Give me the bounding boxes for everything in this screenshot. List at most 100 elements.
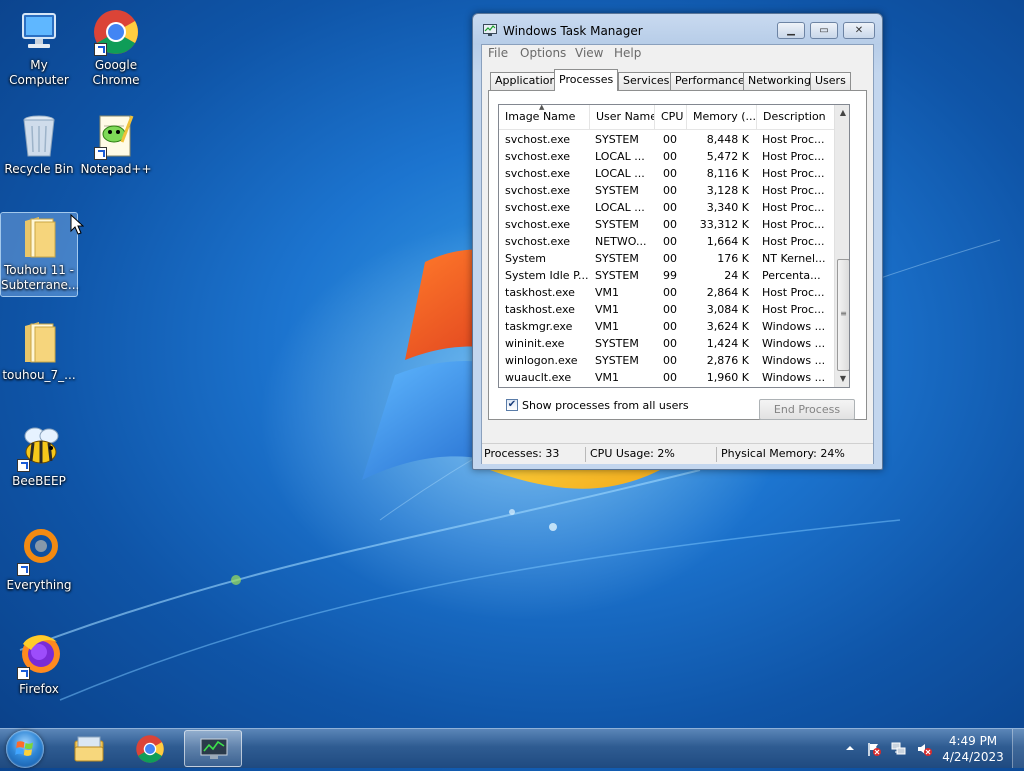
table-row[interactable]: taskhost.exe VM1 00 3,084 K Host Proc... [499,301,835,318]
column-header-label: Memory (... [693,110,757,123]
cell-name: svchost.exe [505,201,571,214]
desktop-icon-recycle-bin[interactable]: Recycle Bin [1,112,77,177]
desktop-icon-touhou-7[interactable]: touhou_7_... [1,318,77,383]
table-row[interactable]: svchost.exe SYSTEM 00 8,448 K Host Proc... [499,131,835,148]
column-header-label: Description [763,110,826,123]
desktop-icon-google-chrome[interactable]: Google Chrome [78,8,154,88]
cell-cpu: 00 [663,371,677,384]
cell-mem: 33,312 K [699,218,749,231]
taskbar-file-explorer[interactable] [60,730,118,767]
clock-time: 4:49 PM [948,734,998,748]
taskbar-task-manager[interactable] [184,730,242,767]
taskbar-google-chrome[interactable] [122,730,180,767]
table-row[interactable]: svchost.exe SYSTEM 00 3,128 K Host Proc... [499,182,835,199]
column-header-user-name[interactable]: User Name [590,105,655,129]
maximize-button[interactable]: ▭ [810,22,838,39]
cell-name: svchost.exe [505,184,571,197]
scrollbar-thumb[interactable]: ≡ [837,259,849,371]
tab-networking[interactable]: Networking [743,72,816,90]
menu-view[interactable]: View [575,46,603,60]
menu-bar: File Options View Help [482,45,873,63]
desktop-icon-touhou-11[interactable]: Touhou 11 - Subterrane... [0,212,79,297]
mouse-cursor-icon [70,214,84,235]
menu-help[interactable]: Help [614,46,641,60]
cell-name: svchost.exe [505,218,571,231]
cell-mem: 24 K [724,269,749,282]
table-row[interactable]: System Idle P... SYSTEM 99 24 K Percenta... [499,267,835,284]
menu-options[interactable]: Options [520,46,566,60]
cell-mem: 5,472 K [706,150,749,163]
column-header-label: CPU [661,110,684,123]
table-row[interactable]: svchost.exe LOCAL ... 00 5,472 K Host Proc..… [499,148,835,165]
scroll-up-arrow-icon[interactable]: ▲ [835,105,849,121]
status-separator [585,447,586,462]
desktop-icon-beebeep[interactable]: BeeBEEP [1,424,77,489]
table-row[interactable]: System SYSTEM 00 176 K NT Kernel... [499,250,835,267]
table-row[interactable]: svchost.exe SYSTEM 00 33,312 K Host Proc... [499,216,835,233]
cell-cpu: 00 [663,320,677,333]
table-row[interactable]: taskmgr.exe VM1 00 3,624 K Windows ... [499,318,835,335]
recycle-bin-icon [15,112,63,160]
start-button[interactable] [6,730,44,768]
column-header-label: User Name [596,110,655,123]
vertical-scrollbar[interactable]: ▲ ≡ ▼ [834,105,849,387]
table-row[interactable]: svchost.exe LOCAL ... 00 8,116 K Host Proc..… [499,165,835,182]
cell-user: NETWO... [595,235,647,248]
task-manager-window[interactable]: Windows Task Manager ▁ ▭ ✕ File Options … [472,13,883,470]
status-processes: Processes: 33 [484,447,560,460]
cell-user: LOCAL ... [595,150,645,163]
cell-desc: Host Proc... [762,184,825,197]
task-manager-icon [200,738,228,759]
end-process-button[interactable]: End Process [759,399,855,420]
action-center-flag-icon[interactable] [866,741,882,757]
process-list[interactable]: ▲ Image Name User Name CPU Memory (... D… [498,104,850,388]
table-row[interactable]: taskhost.exe VM1 00 2,864 K Host Proc... [499,284,835,301]
column-header-label: Image Name [505,110,576,123]
desktop-icon-my-computer[interactable]: My Computer [1,8,77,88]
clock-date: 4/24/2023 [942,750,1004,764]
show-hidden-icons-arrow[interactable] [844,742,856,758]
minimize-button[interactable]: ▁ [777,22,805,39]
tab-users[interactable]: Users [810,72,851,90]
system-clock[interactable]: 4:49 PM 4/24/2023 [932,733,1014,765]
cell-mem: 1,664 K [706,235,749,248]
cell-user: SYSTEM [595,133,639,146]
cell-cpu: 00 [663,337,677,350]
table-row[interactable]: svchost.exe LOCAL ... 00 3,340 K Host Proc..… [499,199,835,216]
cell-desc: Host Proc... [762,133,825,146]
desktop-icon-notepad-plus-plus[interactable]: Notepad++ [78,112,154,177]
cell-cpu: 00 [663,354,677,367]
cell-name: svchost.exe [505,235,571,248]
cell-desc: Host Proc... [762,218,825,231]
scroll-down-arrow-icon[interactable]: ▼ [835,371,849,387]
desktop-icon-everything[interactable]: Everything [1,528,77,593]
table-row[interactable]: winlogon.exe SYSTEM 00 2,876 K Windows ... [499,352,835,369]
menu-file[interactable]: File [488,46,508,60]
shortcut-arrow-icon [94,147,107,160]
cell-cpu: 00 [663,303,677,316]
column-header-image-name[interactable]: ▲ Image Name [499,105,590,129]
network-icon[interactable] [891,741,907,757]
column-header-cpu[interactable]: CPU [655,105,687,129]
close-button[interactable]: ✕ [843,22,875,39]
desktop-icon-firefox[interactable]: Firefox [1,632,77,697]
cell-desc: Percenta... [762,269,821,282]
table-row[interactable]: wuauclt.exe VM1 00 1,960 K Windows ... [499,369,835,386]
tab-performance[interactable]: Performance [670,72,750,90]
volume-muted-icon[interactable] [916,741,932,757]
table-row[interactable]: svchost.exe NETWO... 00 1,664 K Host Proc... [499,233,835,250]
tab-processes[interactable]: Processes [554,69,619,91]
column-header-description[interactable]: Description [757,105,835,129]
cell-user: VM1 [595,286,620,299]
show-desktop-button[interactable] [1012,729,1024,768]
title-bar[interactable]: Windows Task Manager ▁ ▭ ✕ [473,14,882,48]
status-bar: Processes: 33 CPU Usage: 2% Physical Mem… [482,443,873,464]
table-row[interactable]: wininit.exe SYSTEM 00 1,424 K Windows ... [499,335,835,352]
cell-cpu: 00 [663,252,677,265]
column-header-memory[interactable]: Memory (... [687,105,757,129]
cell-name: taskhost.exe [505,286,575,299]
status-separator [716,447,717,462]
show-all-users-checkbox[interactable]: ✔ [506,399,518,411]
cell-desc: Windows ... [762,337,826,350]
tab-services[interactable]: Services [618,72,675,90]
